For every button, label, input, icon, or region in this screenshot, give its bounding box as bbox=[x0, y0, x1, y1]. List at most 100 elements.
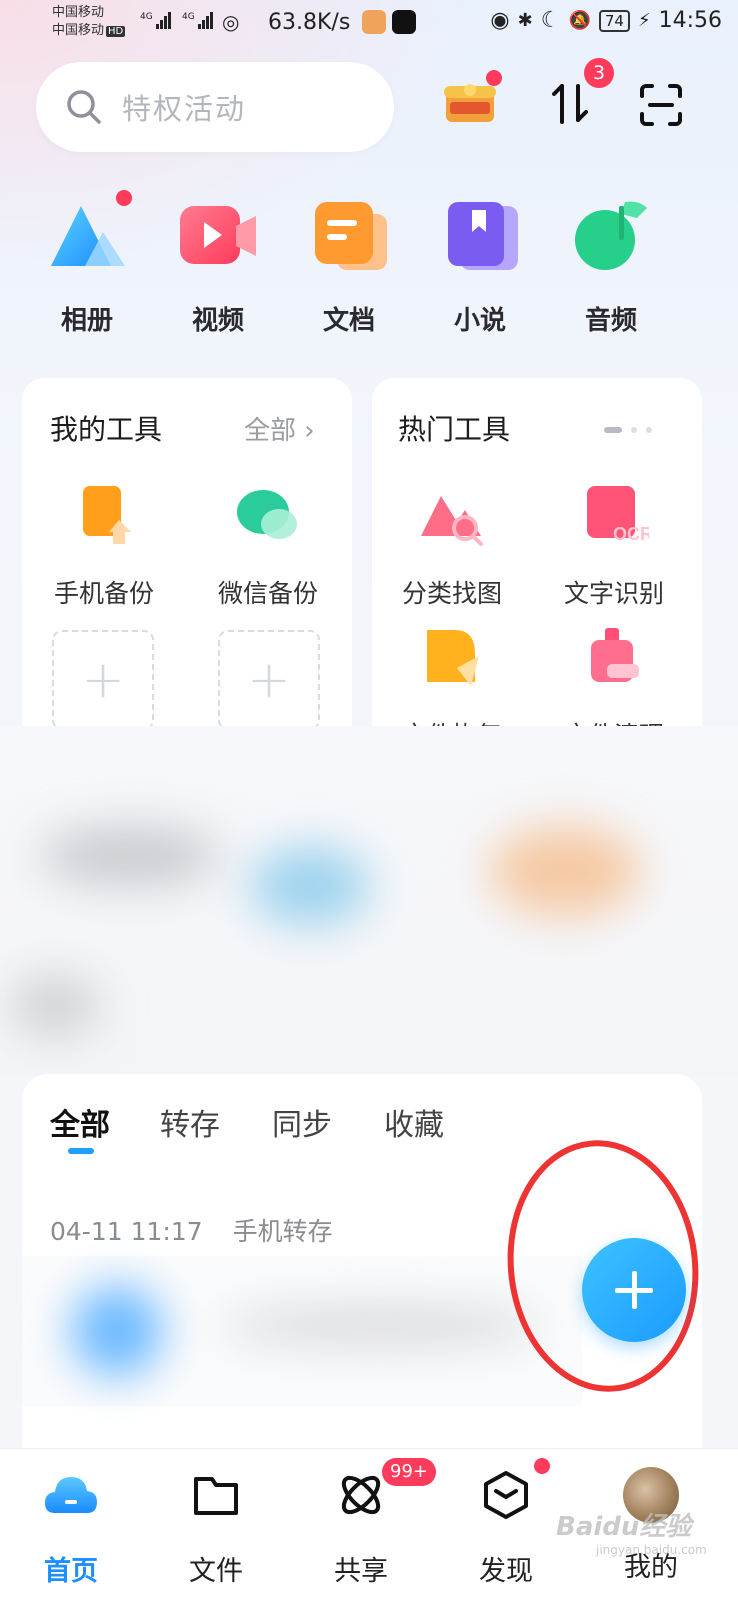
search-bar[interactable]: 特权活动 bbox=[36, 62, 394, 152]
scan-icon[interactable] bbox=[638, 82, 684, 128]
signal-icon-2: 4G bbox=[182, 12, 214, 29]
list-group-header: 04-11 11:17 手机转存 bbox=[50, 1212, 355, 1248]
search-icon bbox=[67, 90, 101, 124]
notification-icons bbox=[362, 10, 416, 34]
nav-label: 文件 bbox=[189, 1556, 243, 1587]
blurred-item bbox=[10, 976, 100, 1036]
nav-label: 发现 bbox=[479, 1556, 533, 1587]
clock: 14:56 bbox=[658, 8, 722, 33]
netdisk-mall-icon[interactable] bbox=[442, 80, 498, 126]
tab-all[interactable]: 全部 bbox=[50, 1100, 110, 1144]
phone-backup-icon bbox=[83, 486, 131, 544]
category-album[interactable]: 相册 bbox=[32, 196, 142, 337]
my-tools-title: 我的工具 bbox=[50, 413, 163, 446]
my-tools-all-link[interactable]: 全部 › bbox=[244, 410, 315, 447]
blurred-thumbnail bbox=[72, 1286, 162, 1376]
video-icon bbox=[180, 206, 256, 264]
document-icon bbox=[315, 202, 387, 270]
category-label: 文档 bbox=[322, 306, 375, 336]
carrier-1: 中国移动 bbox=[52, 5, 105, 20]
tool-label: 分类找图 bbox=[401, 579, 502, 608]
bluetooth-icon: ✱ bbox=[517, 10, 533, 31]
album-red-dot bbox=[116, 190, 132, 206]
find-image-icon bbox=[421, 496, 483, 546]
share-orbit-icon bbox=[341, 1475, 381, 1515]
add-fab-button[interactable] bbox=[582, 1238, 686, 1342]
page-indicator bbox=[604, 418, 653, 437]
add-tool-slot-1[interactable]: + bbox=[52, 630, 154, 730]
file-recovery-icon bbox=[427, 630, 479, 686]
category-audio[interactable]: 音频 bbox=[556, 196, 666, 337]
novel-icon bbox=[448, 202, 518, 270]
charging-icon: ⚡ bbox=[637, 10, 651, 31]
category-label: 相册 bbox=[60, 306, 113, 336]
hd-badge: HD bbox=[106, 26, 126, 37]
tool-find-image[interactable]: 分类找图 bbox=[382, 482, 522, 610]
ocr-icon: OCR bbox=[587, 486, 653, 544]
status-bar: 中国移动 中国移动 HD 4G 4G ◎ 63.8K/s ◉ ✱ ☾ 🔕 74 ⚡… bbox=[0, 0, 738, 48]
transfer-icon[interactable] bbox=[548, 80, 594, 126]
file-cleanup-icon bbox=[591, 628, 639, 682]
active-tab-indicator bbox=[68, 1148, 94, 1154]
tab-transfer[interactable]: 转存 bbox=[160, 1100, 220, 1144]
nav-home[interactable]: 首页 bbox=[16, 1467, 126, 1588]
tool-label: 文字识别 bbox=[563, 579, 664, 608]
tool-ocr[interactable]: OCR 文字识别 bbox=[544, 482, 684, 610]
blurred-filename bbox=[222, 1306, 542, 1346]
baidu-watermark: Baidu经验 jingyan.baidu.com bbox=[556, 1506, 707, 1557]
add-tool-slot-2[interactable]: + bbox=[218, 630, 320, 730]
nav-label: 共享 bbox=[334, 1556, 388, 1587]
network-speed: 63.8K/s bbox=[268, 10, 351, 35]
hot-tools-title: 热门工具 bbox=[398, 413, 511, 446]
eye-icon: ◉ bbox=[490, 8, 510, 33]
signal-icon-1: 4G bbox=[140, 12, 172, 29]
nav-files[interactable]: 文件 bbox=[161, 1467, 271, 1588]
mute-bell-icon: 🔕 bbox=[568, 10, 591, 31]
mall-red-dot bbox=[486, 70, 502, 86]
nav-discover[interactable]: 发现 bbox=[451, 1467, 561, 1588]
tab-sync[interactable]: 同步 bbox=[272, 1100, 332, 1144]
carrier-info: 中国移动 中国移动 HD bbox=[52, 4, 126, 41]
group-source: 手机转存 bbox=[232, 1217, 333, 1246]
watermark-main: Baidu经验 bbox=[556, 1512, 692, 1542]
ocr-text: OCR bbox=[613, 524, 649, 544]
moon-icon: ☾ bbox=[540, 8, 561, 33]
list-item[interactable] bbox=[22, 1256, 582, 1406]
share-badge: 99+ bbox=[382, 1458, 436, 1486]
category-video[interactable]: 视频 bbox=[163, 196, 273, 337]
category-label: 视频 bbox=[191, 306, 244, 336]
hot-tools-card: 热门工具 分类找图 OCR 文字识别 文件恢复 文件清理 bbox=[372, 378, 702, 778]
message-app-icon bbox=[362, 10, 386, 34]
search-placeholder: 特权活动 bbox=[122, 92, 247, 126]
status-right: ◉ ✱ ☾ 🔕 74 ⚡ 14:56 bbox=[490, 8, 722, 33]
tool-wechat-backup[interactable]: 微信备份 bbox=[198, 482, 338, 610]
watermark-sub: jingyan.baidu.com bbox=[596, 1543, 707, 1557]
blurred-item bbox=[250, 846, 370, 926]
tool-phone-backup[interactable]: 手机备份 bbox=[34, 482, 174, 610]
my-tools-card: 我的工具 全部 › 手机备份 微信备份 + + bbox=[22, 378, 352, 778]
blurred-content-area bbox=[0, 726, 738, 1076]
home-cloud-icon bbox=[45, 1477, 97, 1513]
carrier-2: 中国移动 bbox=[52, 23, 105, 38]
blurred-item bbox=[40, 826, 220, 886]
album-icon bbox=[51, 206, 125, 266]
discover-red-dot bbox=[534, 1458, 550, 1474]
category-document[interactable]: 文档 bbox=[294, 196, 404, 337]
tiktok-app-icon bbox=[392, 10, 416, 34]
audio-icon bbox=[575, 201, 647, 270]
wechat-backup-icon bbox=[237, 490, 297, 539]
tab-favorites[interactable]: 收藏 bbox=[384, 1100, 444, 1144]
tool-label: 手机备份 bbox=[53, 579, 154, 608]
blurred-item bbox=[490, 826, 640, 916]
discover-cube-icon bbox=[484, 1471, 528, 1519]
category-label: 小说 bbox=[453, 306, 506, 336]
tool-label: 微信备份 bbox=[217, 579, 318, 608]
category-novel[interactable]: 小说 bbox=[425, 196, 535, 337]
category-label: 音频 bbox=[584, 306, 637, 336]
chevron-right-icon: › bbox=[304, 416, 315, 446]
all-label: 全部 bbox=[244, 416, 297, 446]
transfer-badge: 3 bbox=[584, 58, 614, 88]
hotspot-icon: ◎ bbox=[222, 10, 240, 34]
group-date: 04-11 11:17 bbox=[50, 1217, 203, 1246]
nav-label: 首页 bbox=[44, 1556, 98, 1587]
